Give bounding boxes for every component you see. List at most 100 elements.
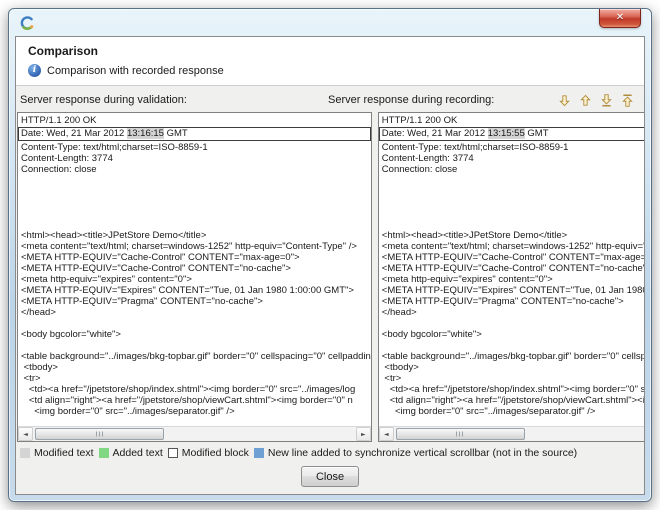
response-line: <meta http-equiv="expires" content="0"> (21, 274, 371, 285)
response-line: <META HTTP-EQUIV="Cache-Control" CONTENT… (21, 263, 371, 274)
response-line: </head> (382, 307, 645, 318)
legend-item: Modified text (20, 447, 94, 459)
response-line: Content-Length: 3774 (21, 153, 371, 164)
diff-legend: Modified text Added text Modified block … (16, 442, 644, 462)
recording-response-text: HTTP/1.1 200 OKDate: Wed, 21 Mar 2012 13… (379, 113, 645, 426)
arrow-down-to-bar-icon (599, 93, 614, 108)
legend-item: Modified block (168, 447, 249, 459)
response-line (21, 340, 371, 351)
close-icon: ✕ (616, 13, 624, 23)
response-line: Content-Type: text/html;charset=ISO-8859… (382, 142, 645, 153)
response-line: <body bgcolor="white"> (382, 329, 645, 340)
info-icon: i (28, 64, 41, 77)
legend-item: New line added to synchronize vertical s… (254, 447, 577, 459)
legend-swatch (99, 448, 109, 458)
response-line (382, 197, 645, 208)
app-logo-icon (19, 15, 35, 31)
response-line: <td><a href="/jpetstore/shop/index.shtml… (21, 384, 371, 395)
response-line: <META HTTP-EQUIV="Pragma" CONTENT="no-ca… (21, 296, 371, 307)
response-line: <html><head><title>JPetStore Demo</title… (21, 230, 371, 241)
response-line: </head> (21, 307, 371, 318)
close-button[interactable]: Close (301, 466, 359, 487)
response-line: <table background="../images/bkg-topbar.… (382, 351, 645, 362)
legend-label: Added text (113, 447, 163, 459)
response-line (382, 318, 645, 329)
response-line (382, 417, 645, 426)
response-line: Connection: close (21, 164, 371, 175)
scroll-left-icon[interactable]: ◄ (18, 427, 33, 441)
window-close-button[interactable]: ✕ (599, 9, 641, 28)
response-line: <img border="0" src="../images/separator… (382, 406, 645, 417)
previous-difference-button[interactable] (576, 92, 594, 108)
legend-swatch (254, 448, 264, 458)
response-line: <body bgcolor="white"> (21, 329, 371, 340)
legend-swatch (168, 448, 178, 458)
response-line: <META HTTP-EQUIV="Expires" CONTENT="Tue,… (382, 285, 645, 296)
response-line: <META HTTP-EQUIV="Cache-Control" CONTENT… (382, 263, 645, 274)
response-line: <tr> (21, 373, 371, 384)
response-line: <meta http-equiv="expires" content="0"> (382, 274, 645, 285)
legend-item: Added text (99, 447, 163, 459)
response-line (21, 417, 371, 426)
difference-nav (555, 92, 636, 108)
left-horizontal-scrollbar[interactable]: ◄ ► (18, 427, 371, 441)
first-difference-button[interactable] (618, 92, 636, 108)
response-line (21, 208, 371, 219)
legend-swatch (20, 448, 30, 458)
scroll-left-icon[interactable]: ◄ (379, 427, 394, 441)
scroll-right-icon[interactable]: ► (356, 427, 371, 441)
legend-label: New line added to synchronize vertical s… (268, 447, 577, 459)
response-line: Connection: close (382, 164, 645, 175)
response-line (382, 175, 645, 186)
response-line: <img border="0" src="../images/separator… (21, 406, 371, 417)
response-line: <tr> (382, 373, 645, 384)
response-line (21, 197, 371, 208)
right-hscroll-track[interactable] (394, 427, 645, 441)
next-difference-button[interactable] (555, 92, 573, 108)
right-horizontal-scrollbar[interactable]: ◄ ► (379, 427, 645, 441)
window-titlebar[interactable]: ✕ (9, 9, 651, 36)
response-line: <META HTTP-EQUIV="Pragma" CONTENT="no-ca… (382, 296, 645, 307)
recording-response-panel: HTTP/1.1 200 OKDate: Wed, 21 Mar 2012 13… (378, 112, 645, 442)
validation-response-label: Server response during validation: (19, 94, 328, 106)
response-line: <META HTTP-EQUIV="Cache-Control" CONTENT… (21, 252, 371, 263)
dialog-header: Comparison i Comparison with recorded re… (16, 37, 644, 86)
validation-response-panel: HTTP/1.1 200 OKDate: Wed, 21 Mar 2012 13… (17, 112, 372, 442)
modified-text: 13:15:55 (488, 128, 525, 139)
response-line: <td><a href="/jpetstore/shop/index.shtml… (382, 384, 645, 395)
right-hscroll-thumb[interactable] (396, 428, 525, 440)
panel-labels-row: Server response during validation: Serve… (16, 86, 644, 112)
arrow-up-to-bar-icon (620, 93, 635, 108)
legend-label: Modified block (182, 447, 249, 459)
comparison-window: ✕ Comparison i Comparison with recorded … (8, 8, 652, 502)
left-hscroll-thumb[interactable] (35, 428, 164, 440)
modified-text: 13:16:15 (127, 128, 164, 139)
dialog-title: Comparison (28, 44, 632, 58)
response-line: <td align="right"><a href="/jpetstore/sh… (21, 395, 371, 406)
response-line (382, 219, 645, 230)
legend-label: Modified text (34, 447, 94, 459)
comparison-dialog: Comparison i Comparison with recorded re… (15, 36, 645, 495)
arrow-up-icon (578, 93, 593, 108)
response-line: Content-Length: 3774 (382, 153, 645, 164)
response-line: <meta content="text/html; charset=window… (21, 241, 371, 252)
modified-block: Date: Wed, 21 Mar 2012 13:15:55 GMT (379, 127, 645, 141)
arrow-down-icon (557, 93, 572, 108)
comparison-panels: HTTP/1.1 200 OKDate: Wed, 21 Mar 2012 13… (16, 112, 644, 442)
response-line: <tbody> (382, 362, 645, 373)
response-line: <meta content="text/html; charset=window… (382, 241, 645, 252)
response-line: HTTP/1.1 200 OK (382, 115, 645, 126)
response-line: Content-Type: text/html;charset=ISO-8859… (21, 142, 371, 153)
response-line (21, 318, 371, 329)
response-line: <META HTTP-EQUIV="Expires" CONTENT="Tue,… (21, 285, 371, 296)
dialog-footer: Close (16, 462, 644, 494)
response-line: <td align="right"><a href="/jpetstore/sh… (382, 395, 645, 406)
response-line (21, 219, 371, 230)
response-line (382, 340, 645, 351)
recording-response-label: Server response during recording: (328, 94, 555, 106)
response-line (21, 175, 371, 186)
left-hscroll-track[interactable] (33, 427, 356, 441)
last-difference-button[interactable] (597, 92, 615, 108)
modified-block: Date: Wed, 21 Mar 2012 13:16:15 GMT (18, 127, 371, 141)
response-line (382, 186, 645, 197)
